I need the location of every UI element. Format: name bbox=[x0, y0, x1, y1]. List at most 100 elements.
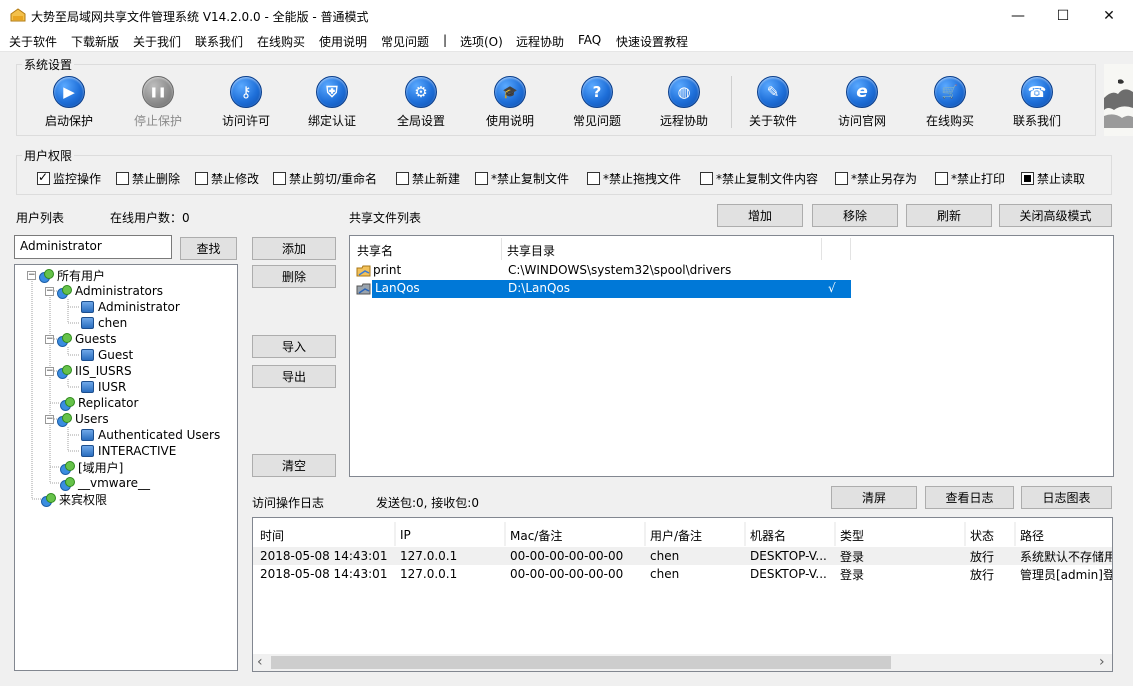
log-row[interactable]: 2018-05-08 14:43:01 127.0.0.1 00-00-00-0… bbox=[253, 547, 1112, 565]
menu-faq[interactable]: FAQ bbox=[578, 33, 601, 47]
add-button[interactable]: 添加 bbox=[252, 237, 336, 260]
shared-files-list: 共享名 共享目录 print C:\WINDOWS\system32\spool… bbox=[349, 235, 1114, 477]
checkbox-icon bbox=[835, 172, 848, 185]
checkbox-icon bbox=[396, 172, 409, 185]
perm-no-create-checkbox[interactable]: 禁止新建 bbox=[396, 170, 460, 187]
manual-button[interactable]: 🎓 使用说明 bbox=[468, 76, 552, 130]
perm-no-read-checkbox[interactable]: 禁止读取 bbox=[1021, 170, 1085, 187]
document-icon: ✎ bbox=[757, 76, 789, 108]
menu-contact[interactable]: 联系我们 bbox=[195, 33, 243, 50]
add-share-button[interactable]: 增加 bbox=[717, 204, 803, 227]
share-enabled-checkmark: √ bbox=[828, 281, 836, 295]
clear-button[interactable]: 清空 bbox=[252, 454, 336, 477]
window-title: 大势至局域网共享文件管理系统 V14.2.0.0 - 全能版 - 普通模式 bbox=[31, 10, 369, 24]
menu-download[interactable]: 下载新版 bbox=[71, 33, 119, 50]
checkbox-icon bbox=[116, 172, 129, 185]
log-row[interactable]: 2018-05-08 14:43:01 127.0.0.1 00-00-00-0… bbox=[253, 565, 1112, 583]
menu-remote[interactable]: 远程协助 bbox=[516, 33, 564, 50]
faq-button[interactable]: ? 常见问题 bbox=[555, 76, 639, 130]
export-button[interactable]: 导出 bbox=[252, 365, 336, 388]
clear-screen-button[interactable]: 清屏 bbox=[831, 486, 917, 509]
menu-about-us[interactable]: 关于我们 bbox=[133, 33, 181, 50]
menu-buy[interactable]: 在线购买 bbox=[257, 33, 305, 50]
user-group-icon bbox=[60, 477, 75, 491]
about-software-button[interactable]: ✎ 关于软件 bbox=[731, 76, 815, 130]
menu-options[interactable]: 选项(O) bbox=[460, 33, 503, 50]
collapse-icon[interactable]: − bbox=[45, 334, 54, 344]
menu-faq-cn[interactable]: 常见问题 bbox=[381, 33, 429, 50]
menu-quick-setup[interactable]: 快速设置教程 bbox=[616, 33, 688, 50]
share-path: D:\LanQos bbox=[508, 281, 571, 295]
bind-auth-button[interactable]: ⛨ 绑定认证 bbox=[290, 76, 374, 130]
menu-manual[interactable]: 使用说明 bbox=[319, 33, 367, 50]
title-bar: 大势至局域网共享文件管理系统 V14.2.0.0 - 全能版 - 普通模式 — … bbox=[0, 0, 1133, 31]
tree-node-chen[interactable]: chen bbox=[81, 315, 127, 331]
tree-node-iis-iusrs[interactable]: − IIS_IUSRS bbox=[45, 363, 132, 379]
user-list-label: 用户列表 bbox=[16, 211, 65, 225]
perm-monitor-checkbox[interactable]: 监控操作 bbox=[37, 170, 101, 187]
tree-node-vmware[interactable]: __vmware__ bbox=[60, 475, 150, 491]
column-header-share-path[interactable]: 共享目录 bbox=[507, 240, 555, 260]
tree-node-guests[interactable]: − Guests bbox=[45, 331, 117, 347]
tree-node-administrators[interactable]: − Administrators bbox=[45, 283, 163, 299]
tree-node-guest[interactable]: Guest bbox=[81, 347, 133, 363]
horizontal-scrollbar[interactable]: ‹ › bbox=[253, 654, 1112, 671]
access-permission-button[interactable]: ⚷ 访问许可 bbox=[204, 76, 288, 130]
menu-about-software[interactable]: 关于软件 bbox=[9, 33, 57, 50]
collapse-icon[interactable]: − bbox=[45, 414, 54, 424]
import-button[interactable]: 导入 bbox=[252, 335, 336, 358]
refresh-button[interactable]: 刷新 bbox=[906, 204, 992, 227]
share-name: LanQos bbox=[375, 281, 420, 295]
user-search-input[interactable]: Administrator bbox=[14, 235, 172, 259]
close-button[interactable]: ✕ bbox=[1086, 0, 1132, 31]
user-icon bbox=[81, 301, 94, 313]
minimize-button[interactable]: — bbox=[995, 0, 1041, 31]
tree-node-interactive[interactable]: INTERACTIVE bbox=[81, 443, 176, 459]
perm-no-modify-checkbox[interactable]: 禁止修改 bbox=[195, 170, 259, 187]
column-divider bbox=[501, 238, 502, 260]
collapse-icon[interactable]: − bbox=[27, 270, 36, 280]
remote-assist-button[interactable]: ◍ 远程协助 bbox=[642, 76, 726, 130]
perm-no-cut-rename-checkbox[interactable]: 禁止剪切/重命名 bbox=[273, 170, 377, 187]
tree-node-iusr[interactable]: IUSR bbox=[81, 379, 126, 395]
scrollbar-thumb[interactable] bbox=[271, 656, 891, 669]
tree-node-guest-permission[interactable]: 来宾权限 bbox=[41, 491, 107, 507]
tree-node-all-users[interactable]: − 所有用户 bbox=[27, 267, 105, 283]
contact-us-button[interactable]: ☎ 联系我们 bbox=[995, 76, 1079, 130]
perm-no-drag-file-checkbox[interactable]: *禁止拖拽文件 bbox=[587, 170, 681, 187]
perm-no-copy-file-checkbox[interactable]: *禁止复制文件 bbox=[475, 170, 569, 187]
phone-icon: ☎ bbox=[1021, 76, 1053, 108]
start-protection-button[interactable]: ▶ 启动保护 bbox=[27, 76, 111, 130]
log-header-dividers bbox=[394, 522, 1016, 546]
perm-no-save-as-checkbox[interactable]: *禁止另存为 bbox=[835, 170, 917, 187]
tree-node-users[interactable]: − Users bbox=[45, 411, 109, 427]
perm-no-delete-checkbox[interactable]: 禁止删除 bbox=[116, 170, 180, 187]
find-user-button[interactable]: 查找 bbox=[180, 237, 237, 260]
collapse-icon[interactable]: − bbox=[45, 286, 54, 296]
tree-node-administrator[interactable]: Administrator bbox=[81, 299, 180, 315]
perm-no-copy-content-checkbox[interactable]: *禁止复制文件内容 bbox=[700, 170, 818, 187]
perm-no-print-checkbox[interactable]: *禁止打印 bbox=[935, 170, 1005, 187]
delete-button[interactable]: 删除 bbox=[252, 265, 336, 288]
share-row[interactable]: print C:\WINDOWS\system32\spool\drivers bbox=[352, 262, 851, 280]
user-group-icon bbox=[60, 461, 75, 475]
share-row-selected[interactable]: LanQos D:\LanQos √ bbox=[352, 280, 851, 298]
tree-node-replicator[interactable]: Replicator bbox=[60, 395, 138, 411]
view-log-button[interactable]: 查看日志 bbox=[925, 486, 1014, 509]
scroll-left-icon[interactable]: ‹ bbox=[257, 654, 263, 670]
log-chart-button[interactable]: 日志图表 bbox=[1021, 486, 1112, 509]
tree-node-domain-users[interactable]: [域用户] bbox=[60, 459, 123, 475]
column-header-share-name[interactable]: 共享名 bbox=[357, 240, 393, 260]
buy-online-button[interactable]: 🛒 在线购买 bbox=[908, 76, 992, 130]
remove-share-button[interactable]: 移除 bbox=[812, 204, 898, 227]
visit-website-button[interactable]: e 访问官网 bbox=[820, 76, 904, 130]
scroll-right-icon[interactable]: › bbox=[1099, 654, 1105, 670]
tree-node-authenticated-users[interactable]: Authenticated Users bbox=[81, 427, 220, 443]
global-settings-button[interactable]: ⚙ 全局设置 bbox=[379, 76, 463, 130]
user-group-icon bbox=[57, 365, 72, 379]
close-advanced-mode-button[interactable]: 关闭高级模式 bbox=[999, 204, 1112, 227]
maximize-button[interactable]: ☐ bbox=[1040, 0, 1086, 31]
collapse-icon[interactable]: − bbox=[45, 366, 54, 376]
checkbox-checked-icon bbox=[37, 170, 50, 185]
user-icon bbox=[81, 429, 94, 441]
